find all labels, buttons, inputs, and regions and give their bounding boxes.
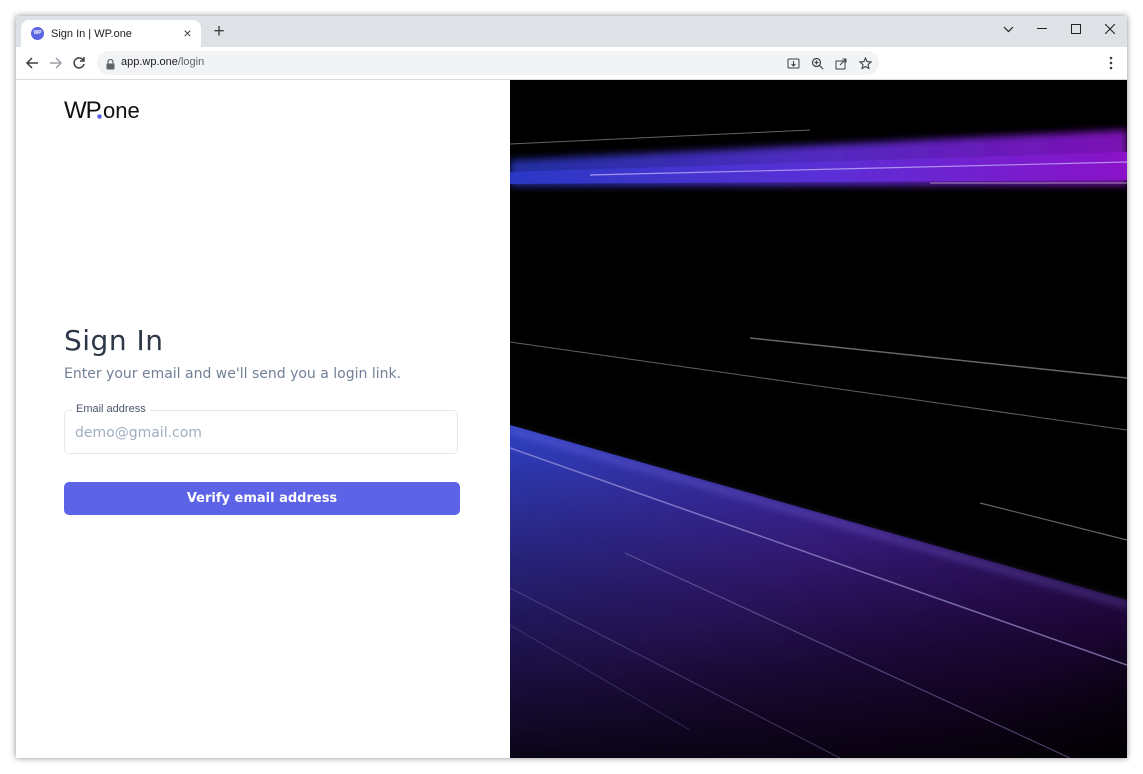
page-subtitle: Enter your email and we'll send you a lo… <box>64 366 402 382</box>
email-input[interactable] <box>75 422 445 444</box>
hero-image <box>510 80 1127 758</box>
browser-window: WP Sign In | WP.one × + app.wp.one/login… <box>16 16 1127 758</box>
lock-icon[interactable] <box>106 57 115 75</box>
url-path: /login <box>177 56 205 68</box>
email-field-label: Email address <box>72 403 150 415</box>
login-panel: WP one Sign In Enter your email and we'l… <box>16 80 510 758</box>
share-icon[interactable] <box>833 55 849 71</box>
site-favicon-icon: WP <box>31 27 44 40</box>
back-icon[interactable] <box>22 53 42 73</box>
logo-dot <box>97 114 102 119</box>
page-content: WP one Sign In Enter your email and we'l… <box>16 80 1127 758</box>
close-window-icon[interactable] <box>1095 18 1125 40</box>
page-title: Sign In <box>64 324 164 357</box>
browser-toolbar: app.wp.one/login <box>16 47 1127 80</box>
zoom-icon[interactable] <box>809 55 825 71</box>
maximize-icon[interactable] <box>1061 18 1091 40</box>
browser-tab-active[interactable]: WP Sign In | WP.one × <box>21 20 201 47</box>
light-streaks-illustration <box>510 80 1127 758</box>
url-text: app.wp.one/login <box>121 56 204 68</box>
forward-icon[interactable] <box>46 53 66 73</box>
logo-one-text: one <box>103 98 140 122</box>
install-app-icon[interactable] <box>785 55 801 71</box>
wp-one-logo[interactable]: WP one <box>64 96 146 127</box>
tab-strip: WP Sign In | WP.one × + <box>16 16 1127 47</box>
star-icon[interactable] <box>857 55 873 71</box>
close-tab-icon[interactable]: × <box>180 26 195 41</box>
email-field: Email address <box>64 403 458 454</box>
address-bar[interactable]: app.wp.one/login <box>97 51 879 75</box>
reload-icon[interactable] <box>69 53 89 73</box>
kebab-menu-icon[interactable] <box>1103 54 1119 72</box>
tab-search-icon[interactable] <box>993 18 1023 40</box>
tab-title: Sign In | WP.one <box>51 27 132 40</box>
minimize-icon[interactable] <box>1027 18 1057 40</box>
url-host: app.wp.one <box>121 56 178 68</box>
new-tab-button[interactable]: + <box>209 22 229 42</box>
verify-email-button[interactable]: Verify email address <box>64 482 460 515</box>
logo-wp-text: WP <box>64 97 101 122</box>
